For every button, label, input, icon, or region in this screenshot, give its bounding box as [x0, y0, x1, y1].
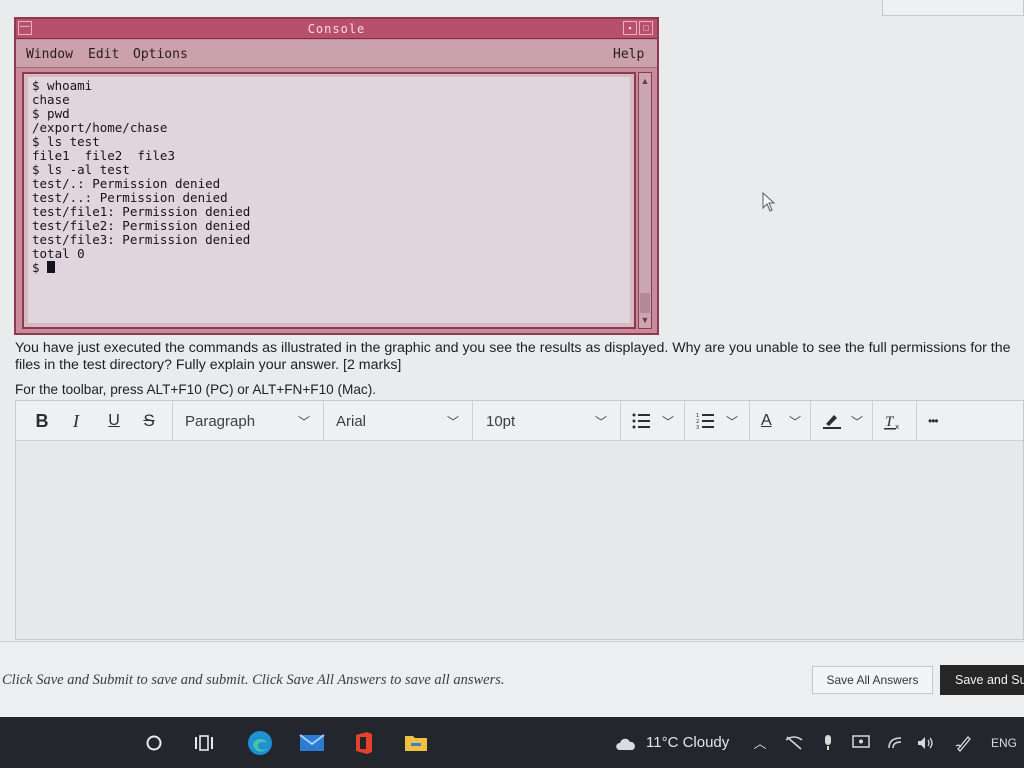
- chevron-down-icon[interactable]: ﹀: [726, 413, 738, 430]
- svg-text:3: 3: [696, 425, 699, 430]
- svg-text:T: T: [885, 414, 895, 430]
- network-off-icon[interactable]: [784, 717, 804, 768]
- menu-options[interactable]: Options: [133, 47, 188, 62]
- terminal-line: test/file1: Permission denied: [32, 204, 251, 219]
- pen-icon[interactable]: [953, 717, 975, 768]
- menu-edit[interactable]: Edit: [88, 47, 119, 62]
- task-view-icon[interactable]: [190, 717, 218, 768]
- chevron-down-icon[interactable]: ﹀: [789, 413, 801, 430]
- save-all-answers-button[interactable]: Save All Answers: [812, 666, 933, 694]
- edge-browser-icon[interactable]: [244, 717, 276, 768]
- terminal-prompt: $: [32, 260, 48, 275]
- microphone-icon[interactable]: [818, 717, 838, 768]
- chevron-down-icon[interactable]: ﹀: [851, 413, 863, 430]
- more-options-button[interactable]: •••: [928, 401, 939, 441]
- highlight-icon[interactable]: [822, 412, 842, 430]
- terminal-prompt-line: $: [32, 261, 626, 275]
- numbered-list-icon[interactable]: 1 2 3: [696, 412, 714, 430]
- minimize-icon[interactable]: ▪: [623, 21, 637, 35]
- svg-text:x: x: [895, 423, 899, 430]
- answer-editor: B I U S Paragraph ﹀ Arial ﹀ 10pt ﹀ ﹀ 1 2…: [15, 400, 1024, 640]
- chevron-down-icon[interactable]: ﹀: [662, 413, 674, 430]
- save-bar: Click Save and Submit to save and submit…: [0, 641, 1024, 717]
- menu-help[interactable]: Help: [613, 47, 644, 62]
- mouse-pointer-icon: [762, 192, 776, 212]
- terminal-scrollbar[interactable]: ▲ ▼: [638, 72, 652, 329]
- scroll-thumb[interactable]: [640, 293, 650, 313]
- taskbar: 11°C Cloudy ︿ ENG: [0, 717, 1024, 768]
- mail-icon[interactable]: [297, 717, 327, 768]
- paragraph-select[interactable]: Paragraph: [185, 401, 255, 441]
- scroll-down-icon[interactable]: ▼: [639, 314, 651, 326]
- italic-button[interactable]: I: [62, 401, 90, 441]
- terminal-line: $ pwd: [32, 106, 70, 121]
- terminal-line: test/file2: Permission denied: [32, 218, 251, 233]
- menu-window[interactable]: Window: [26, 47, 73, 62]
- terminal-line: chase: [32, 92, 70, 107]
- top-right-panel: [882, 0, 1024, 16]
- console-titlebar[interactable]: — Console ▪ □: [16, 19, 657, 39]
- terminal-line: /export/home/chase: [32, 120, 168, 135]
- cloud-icon[interactable]: [612, 717, 640, 768]
- terminal-line: $ ls test: [32, 134, 100, 149]
- terminal-frame: $ whoami chase $ pwd/export/home/chase $ ls…: [22, 72, 636, 329]
- clear-formatting-icon[interactable]: T x: [884, 412, 902, 430]
- terminal-line: $ whoami: [32, 78, 93, 93]
- search-icon[interactable]: [140, 717, 168, 768]
- console-menubar: Window Edit Options Help: [16, 40, 657, 68]
- chevron-down-icon[interactable]: ﹀: [447, 413, 459, 430]
- file-explorer-icon[interactable]: [401, 717, 431, 768]
- terminal-line: $ ls -al test: [32, 162, 130, 177]
- maximize-icon[interactable]: □: [639, 21, 653, 35]
- chevron-down-icon[interactable]: ﹀: [595, 413, 607, 430]
- toolbar-hint: For the toolbar, press ALT+F10 (PC) or A…: [15, 382, 376, 397]
- terminal-line: test/file3: Permission denied: [32, 232, 251, 247]
- question-text: You have just executed the commands as i…: [15, 340, 1011, 373]
- terminal-output[interactable]: $ whoami chase $ pwd/export/home/chase $ ls…: [28, 77, 630, 323]
- save-and-submit-button[interactable]: Save and Submit: [940, 665, 1024, 695]
- scroll-up-icon[interactable]: ▲: [639, 75, 651, 87]
- terminal-line: total 0: [32, 246, 85, 261]
- editor-toolbar: B I U S Paragraph ﹀ Arial ﹀ 10pt ﹀ ﹀ 1 2…: [16, 401, 1023, 441]
- terminal-line: test/.: Permission denied: [32, 176, 221, 191]
- volume-icon[interactable]: [915, 717, 937, 768]
- weather-text[interactable]: 11°C Cloudy: [646, 717, 736, 768]
- terminal-line: test/..: Permission denied: [32, 190, 228, 205]
- wifi-icon[interactable]: [885, 717, 907, 768]
- chevron-down-icon[interactable]: ﹀: [298, 413, 310, 430]
- terminal-line: file1 file2 file3: [32, 148, 175, 163]
- display-icon[interactable]: [850, 717, 872, 768]
- office-icon[interactable]: [350, 717, 378, 768]
- console-title: Console: [307, 22, 366, 36]
- chevron-up-icon[interactable]: ︿: [750, 717, 770, 768]
- bold-button[interactable]: B: [28, 401, 56, 441]
- font-select[interactable]: Arial: [336, 401, 366, 441]
- bullet-list-icon[interactable]: [632, 412, 650, 430]
- underline-button[interactable]: U: [100, 401, 128, 441]
- answer-text-area[interactable]: [16, 442, 1023, 639]
- console-window: — Console ▪ □ Window Edit Options Help $…: [14, 17, 659, 335]
- terminal-cursor: [47, 261, 56, 273]
- strikethrough-button[interactable]: S: [135, 401, 163, 441]
- font-size-select[interactable]: 10pt: [486, 401, 515, 441]
- text-color-button[interactable]: A: [761, 401, 772, 441]
- language-indicator[interactable]: ENG: [988, 717, 1020, 768]
- save-instructions: Click Save and Submit to save and submit…: [2, 672, 505, 688]
